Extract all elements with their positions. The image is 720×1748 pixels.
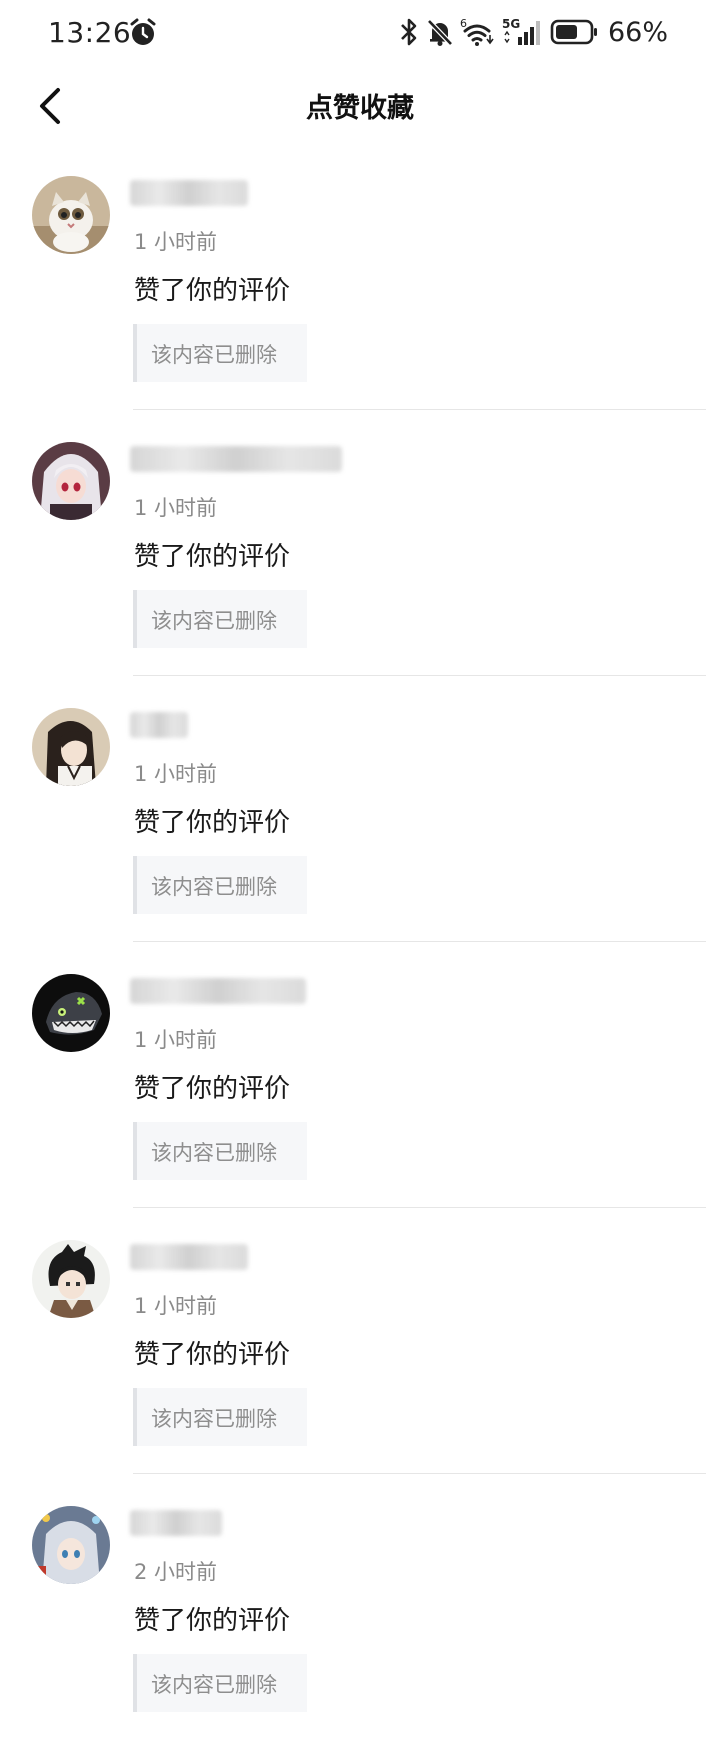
notification-item[interactable]: 1 小时前 赞了你的评价 该内容已删除 xyxy=(0,152,720,418)
quoted-content-text: 该内容已删除 xyxy=(151,1407,277,1431)
username-redacted xyxy=(130,180,248,214)
username-redacted xyxy=(130,446,342,480)
divider xyxy=(133,1207,706,1208)
notification-list[interactable]: 1 小时前 赞了你的评价 该内容已删除 1 小时前 赞了你的评价 该内容已删除 xyxy=(0,152,720,1748)
shark-avatar-image xyxy=(32,974,110,1052)
timestamp: 2 小时前 xyxy=(134,1560,218,1584)
avatar[interactable] xyxy=(32,1506,110,1584)
username-redacted xyxy=(130,712,188,746)
notification-item[interactable]: 1 小时前 赞了你的评价 该内容已删除 xyxy=(0,1216,720,1482)
avatar[interactable] xyxy=(32,708,110,786)
anime-silver-hair-avatar-image xyxy=(32,1506,110,1584)
quoted-content[interactable]: 该内容已删除 xyxy=(133,856,307,914)
cat-avatar-image xyxy=(32,176,110,254)
quoted-content[interactable]: 该内容已删除 xyxy=(133,1122,307,1180)
anime-boy-black-hair-avatar-image xyxy=(32,1240,110,1318)
quoted-content-text: 该内容已删除 xyxy=(151,875,277,899)
anime-boy-avatar-image xyxy=(32,708,110,786)
divider xyxy=(133,409,706,410)
alarm-icon xyxy=(130,18,156,45)
avatar[interactable] xyxy=(32,176,110,254)
divider xyxy=(133,675,706,676)
notification-item[interactable]: 1 小时前 赞了你的评价 该内容已删除 xyxy=(0,418,720,684)
divider xyxy=(133,1473,706,1474)
signal-icon: 5G xyxy=(502,17,540,45)
action-text: 赞了你的评价 xyxy=(134,1606,291,1636)
notification-item[interactable]: 1 小时前 赞了你的评价 该内容已删除 xyxy=(0,950,720,1216)
timestamp: 1 小时前 xyxy=(134,496,218,520)
action-text: 赞了你的评价 xyxy=(134,276,291,306)
wifi-icon: 6 xyxy=(460,17,494,46)
bluetooth-icon xyxy=(401,18,417,46)
quoted-content[interactable]: 该内容已删除 xyxy=(133,1388,307,1446)
avatar[interactable] xyxy=(32,974,110,1052)
divider xyxy=(133,941,706,942)
quoted-content[interactable]: 该内容已删除 xyxy=(133,1654,307,1712)
quoted-content-text: 该内容已删除 xyxy=(151,343,277,367)
quoted-content[interactable]: 该内容已删除 xyxy=(133,324,307,382)
username-redacted xyxy=(130,978,306,1012)
page-title: 点赞收藏 xyxy=(306,93,414,124)
action-text: 赞了你的评价 xyxy=(134,1074,291,1104)
status-icons: 6 5G 66% xyxy=(398,14,668,50)
nav-header: 点赞收藏 xyxy=(0,66,720,146)
quoted-content-text: 该内容已删除 xyxy=(151,609,277,633)
notification-item[interactable]: 2 小时前 赞了你的评价 该内容已删除 xyxy=(0,1482,720,1748)
mute-icon xyxy=(427,19,453,46)
quoted-content-text: 该内容已删除 xyxy=(151,1141,277,1165)
action-text: 赞了你的评价 xyxy=(134,1340,291,1370)
timestamp: 1 小时前 xyxy=(134,1028,218,1052)
status-time: 13:26 xyxy=(48,16,132,49)
battery-icon xyxy=(550,19,597,45)
timestamp: 1 小时前 xyxy=(134,230,218,254)
avatar[interactable] xyxy=(32,1240,110,1318)
anime-girl-avatar-image xyxy=(32,442,110,520)
avatar[interactable] xyxy=(32,442,110,520)
username-redacted xyxy=(130,1510,222,1544)
wifi-label: 6 xyxy=(460,17,467,30)
quoted-content-text: 该内容已删除 xyxy=(151,1673,277,1697)
notification-item[interactable]: 1 小时前 赞了你的评价 该内容已删除 xyxy=(0,684,720,950)
action-text: 赞了你的评价 xyxy=(134,808,291,838)
timestamp: 1 小时前 xyxy=(134,1294,218,1318)
status-bar: 13:26 6 5G 66% xyxy=(0,0,720,66)
quoted-content[interactable]: 该内容已删除 xyxy=(133,590,307,648)
action-text: 赞了你的评价 xyxy=(134,542,291,572)
username-redacted xyxy=(130,1244,248,1278)
timestamp: 1 小时前 xyxy=(134,762,218,786)
battery-percent: 66% xyxy=(607,16,668,48)
network-label: 5G xyxy=(502,17,520,31)
